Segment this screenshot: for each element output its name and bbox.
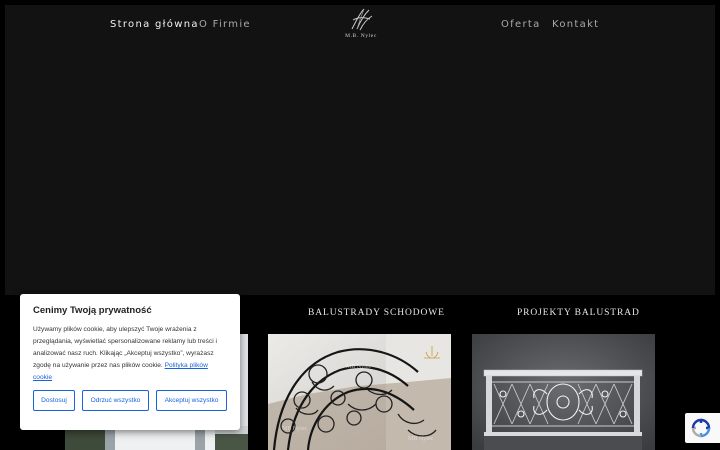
card-stair-railing-image[interactable]: MB Nylec MB Nylec MB Nylec	[268, 334, 451, 450]
recaptcha-badge[interactable]	[685, 413, 720, 443]
stair-railing-photo: MB Nylec MB Nylec MB Nylec	[268, 334, 451, 450]
cookie-description: Używamy plików cookie, aby ulepszyć Twoj…	[33, 324, 227, 384]
monogram-logo-icon	[351, 8, 373, 31]
cookie-customize-button[interactable]: Dostosuj	[33, 390, 75, 411]
recaptcha-icon	[691, 418, 711, 438]
section-title-projects: PROJEKTY BALUSTRAD	[517, 308, 640, 318]
railing-project-render	[472, 334, 655, 450]
nav-link-about[interactable]: O Firmie	[199, 19, 251, 30]
section-title-stairs: BALUSTRADY SCHODOWE	[308, 308, 445, 318]
nav-link-contact[interactable]: Kontakt	[552, 19, 599, 30]
nav-link-offer[interactable]: Oferta	[501, 19, 541, 30]
watermark-text: MB Nylec	[282, 426, 308, 432]
watermark-text: MB Nylec	[408, 436, 434, 442]
logo-text: M.B. Nylec	[345, 33, 377, 39]
nav-link-home[interactable]: Strona główna	[110, 19, 199, 30]
cookie-accept-button[interactable]: Akceptuj wszystko	[156, 390, 227, 411]
cookie-reject-button[interactable]: Odrzuć wszystko	[82, 390, 149, 411]
cookie-buttons: Dostosuj Odrzuć wszystko Akceptuj wszyst…	[33, 390, 227, 411]
watermark-text: MB Nylec	[346, 364, 372, 370]
hero-section	[5, 5, 715, 295]
site-logo[interactable]: M.B. Nylec	[340, 7, 382, 41]
card-railing-project-image[interactable]	[472, 334, 655, 450]
cookie-consent-dialog: Cenimy Twoją prywatność Używamy plików c…	[20, 294, 240, 430]
cookie-title: Cenimy Twoją prywatność	[33, 305, 152, 316]
